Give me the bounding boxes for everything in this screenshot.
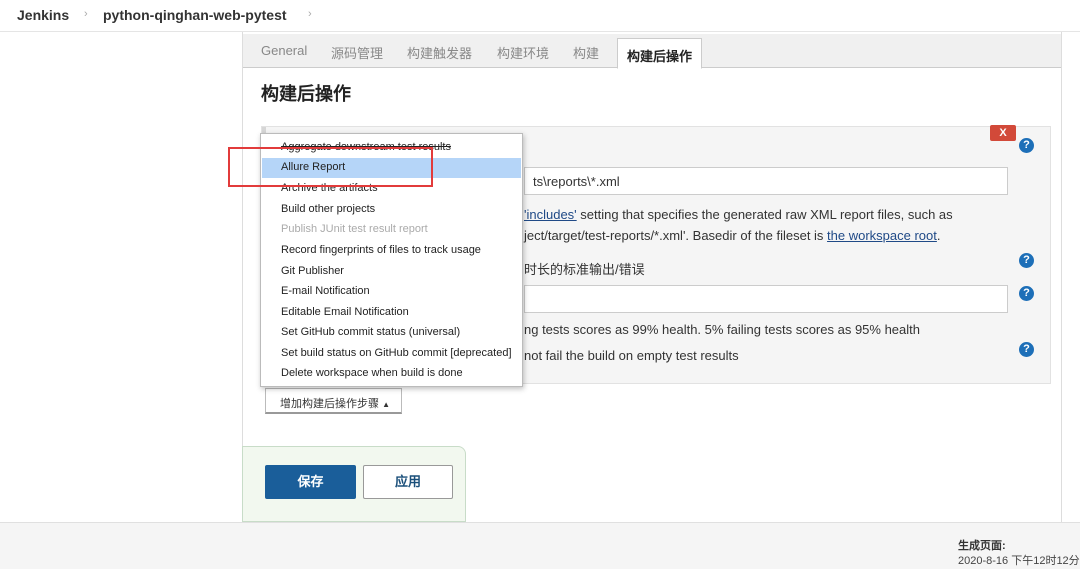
- tab-build-triggers[interactable]: 构建触发器: [407, 43, 472, 62]
- menu-item-github-commit-status[interactable]: Set GitHub commit status (universal): [261, 323, 522, 343]
- menu-item-git-publisher[interactable]: Git Publisher: [261, 262, 522, 282]
- allow-empty-results-label[interactable]: not fail the build on empty test results: [524, 348, 739, 363]
- apply-button[interactable]: 应用: [363, 465, 453, 499]
- report-files-description-2: ject/target/test-reports/*.xml'. Basedir…: [524, 228, 941, 243]
- add-post-build-step-button[interactable]: 增加构建后操作步骤 ▲: [265, 388, 402, 414]
- menu-item-editable-email[interactable]: Editable Email Notification: [261, 303, 522, 323]
- tab-build[interactable]: 构建: [573, 43, 599, 62]
- caret-up-icon: ▲: [382, 400, 390, 409]
- health-scale-input[interactable]: [524, 285, 1008, 313]
- menu-item-build-other-projects[interactable]: Build other projects: [261, 200, 522, 220]
- menu-item-email-notification[interactable]: E-mail Notification: [261, 282, 522, 302]
- tab-post-build-actions[interactable]: 构建后操作: [617, 38, 703, 69]
- page-footer: 生成页面: 2020-8-16 下午12时12分0: [0, 522, 1080, 569]
- workspace-root-link[interactable]: the workspace root: [827, 228, 937, 243]
- tab-build-environment[interactable]: 构建环境: [497, 43, 549, 62]
- report-files-description: 'includes' setting that specifies the ge…: [524, 207, 953, 222]
- tab-general[interactable]: General: [261, 43, 307, 58]
- tab-source-code[interactable]: 源码管理: [331, 43, 383, 62]
- annotation-highlight-box: [228, 147, 433, 187]
- menu-item-publish-junit: Publish JUnit test result report: [281, 223, 428, 235]
- stdio-retention-label: 时长的标准输出/错误: [524, 262, 645, 277]
- help-icon[interactable]: ?: [1019, 286, 1034, 301]
- delete-step-button[interactable]: X: [990, 125, 1016, 141]
- breadcrumb-project[interactable]: python-qinghan-web-pytest: [103, 7, 287, 23]
- save-button[interactable]: 保存: [265, 465, 356, 499]
- includes-link[interactable]: 'includes': [524, 207, 577, 222]
- help-icon[interactable]: ?: [1019, 138, 1034, 153]
- help-icon[interactable]: ?: [1019, 253, 1034, 268]
- health-scale-description: ng tests scores as 99% health. 5% failin…: [524, 322, 920, 337]
- breadcrumb: Jenkins › python-qinghan-web-pytest ›: [0, 0, 1080, 32]
- chevron-right-icon[interactable]: ›: [308, 8, 312, 20]
- help-icon[interactable]: ?: [1019, 342, 1034, 357]
- generated-time: 2020-8-16 下午12时12分0: [958, 555, 1080, 567]
- menu-item-github-build-status[interactable]: Set build status on GitHub commit [depre…: [261, 344, 522, 364]
- report-files-input[interactable]: ts\reports\*.xml: [524, 167, 1008, 195]
- menu-item-record-fingerprints[interactable]: Record fingerprints of files to track us…: [261, 241, 522, 261]
- generated-label: 生成页面:: [958, 540, 1006, 552]
- breadcrumb-jenkins[interactable]: Jenkins: [17, 7, 69, 23]
- bottom-action-bar: 保存 应用: [242, 446, 466, 522]
- menu-item-delete-workspace[interactable]: Delete workspace when build is done: [261, 364, 522, 384]
- chevron-right-icon: ›: [84, 8, 88, 20]
- section-title: 构建后操作: [261, 84, 351, 104]
- tab-bar: General 源码管理 构建触发器 构建环境 构建 构建后操作: [243, 34, 1061, 69]
